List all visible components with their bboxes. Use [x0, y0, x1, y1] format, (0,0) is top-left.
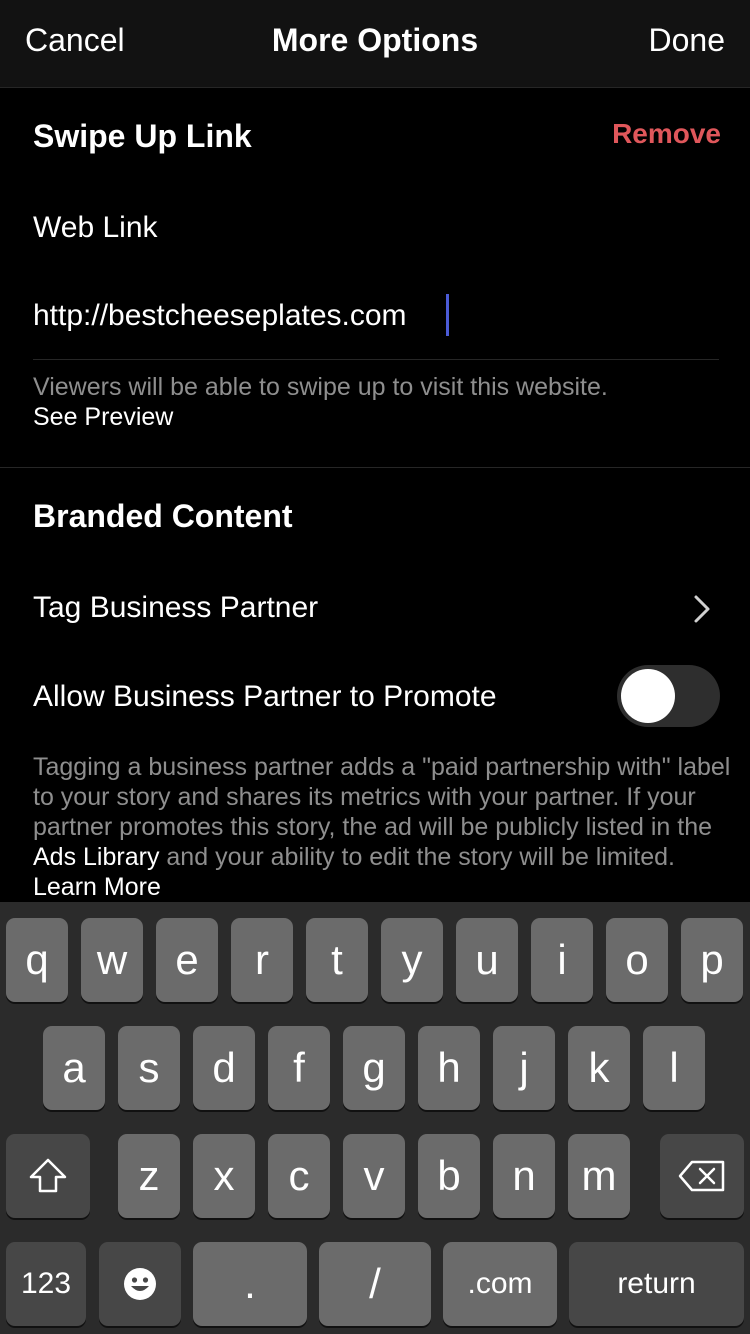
key-u[interactable]: u — [456, 918, 518, 1002]
branded-content-heading: Branded Content — [33, 498, 293, 534]
allow-promote-label: Allow Business Partner to Promote — [33, 680, 497, 713]
keyboard: q w e r t y u i o p a s d f g h j k l z … — [0, 902, 750, 1334]
see-preview-link[interactable]: See Preview — [33, 403, 173, 431]
key-i[interactable]: i — [531, 918, 593, 1002]
slash-key[interactable]: / — [319, 1242, 431, 1326]
key-w[interactable]: w — [81, 918, 143, 1002]
emoji-key[interactable] — [99, 1242, 181, 1326]
shift-icon — [29, 1158, 67, 1193]
branded-content-note: Tagging a business partner adds a "paid … — [33, 752, 733, 902]
ads-library-link[interactable]: Ads Library — [33, 843, 159, 871]
dotcom-key[interactable]: .com — [443, 1242, 557, 1326]
key-j[interactable]: j — [493, 1026, 555, 1110]
key-m[interactable]: m — [568, 1134, 630, 1218]
return-key[interactable]: return — [569, 1242, 744, 1326]
key-a[interactable]: a — [43, 1026, 105, 1110]
key-o[interactable]: o — [606, 918, 668, 1002]
key-x[interactable]: x — [193, 1134, 255, 1218]
cancel-button[interactable]: Cancel — [25, 22, 125, 59]
remove-link-button[interactable]: Remove — [612, 118, 721, 150]
key-n[interactable]: n — [493, 1134, 555, 1218]
key-v[interactable]: v — [343, 1134, 405, 1218]
done-button[interactable]: Done — [649, 22, 726, 59]
shift-key[interactable] — [6, 1134, 90, 1218]
branded-note-text-2: and your ability to edit the story will … — [166, 843, 675, 871]
delete-key[interactable] — [660, 1134, 744, 1218]
key-f[interactable]: f — [268, 1026, 330, 1110]
key-k[interactable]: k — [568, 1026, 630, 1110]
key-e[interactable]: e — [156, 918, 218, 1002]
key-z[interactable]: z — [118, 1134, 180, 1218]
emoji-icon — [124, 1268, 156, 1300]
swipe-up-helper-text: Viewers will be able to swipe up to visi… — [33, 373, 608, 401]
key-p[interactable]: p — [681, 918, 743, 1002]
key-l[interactable]: l — [643, 1026, 705, 1110]
tag-business-partner-row[interactable]: Tag Business Partner — [33, 591, 318, 625]
key-g[interactable]: g — [343, 1026, 405, 1110]
nav-bar: More Options Cancel Done — [0, 0, 750, 88]
backspace-icon — [678, 1160, 725, 1192]
learn-more-link[interactable]: Learn More — [33, 873, 161, 901]
numbers-key[interactable]: 123 — [6, 1242, 86, 1326]
key-b[interactable]: b — [418, 1134, 480, 1218]
period-key[interactable]: . — [193, 1242, 307, 1326]
branded-note-text-1: Tagging a business partner adds a "paid … — [33, 753, 731, 841]
chevron-right-icon — [694, 595, 710, 623]
web-link-label: Web Link — [33, 211, 158, 244]
key-y[interactable]: y — [381, 918, 443, 1002]
key-q[interactable]: q — [6, 918, 68, 1002]
key-c[interactable]: c — [268, 1134, 330, 1218]
swipe-up-helper: Viewers will be able to swipe up to visi… — [33, 372, 723, 432]
key-t[interactable]: t — [306, 918, 368, 1002]
toggle-knob — [621, 669, 675, 723]
text-cursor — [446, 294, 449, 336]
section-divider — [0, 467, 750, 468]
swipe-up-link-heading: Swipe Up Link — [33, 118, 252, 154]
input-underline — [33, 359, 719, 360]
key-d[interactable]: d — [193, 1026, 255, 1110]
key-s[interactable]: s — [118, 1026, 180, 1110]
key-h[interactable]: h — [418, 1026, 480, 1110]
allow-promote-toggle[interactable] — [617, 665, 720, 727]
key-r[interactable]: r — [231, 918, 293, 1002]
web-link-url-input[interactable] — [33, 294, 719, 338]
